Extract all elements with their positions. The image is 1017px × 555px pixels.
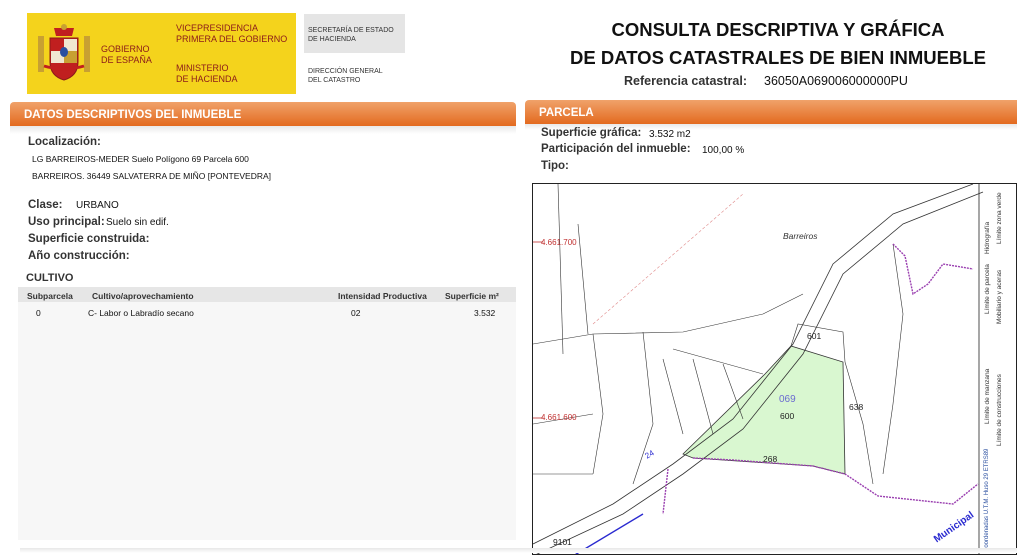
superficie-grafica-value: 3.532 m2 bbox=[649, 129, 691, 140]
clase-value: URBANO bbox=[76, 200, 119, 211]
participacion-value: 100,00 % bbox=[702, 145, 745, 156]
localizacion-line-2: BARREIROS. 36449 SALVATERRA DE MIÑO [PON… bbox=[32, 171, 272, 181]
legend-mobiliario: Mobiliario y aceras bbox=[996, 269, 1003, 324]
localizacion-label: Localización: bbox=[28, 136, 101, 148]
section-shadow bbox=[10, 126, 516, 134]
col-cultivo: Cultivo/aprovechamiento bbox=[92, 291, 194, 301]
participacion-label: Participación del inmueble: bbox=[541, 143, 691, 155]
tipo-label: Tipo: bbox=[541, 160, 569, 172]
parcel-label-600[interactable]: 600 bbox=[780, 411, 794, 421]
localizacion-line-1: LG BARREIROS-MEDER Suelo Polígono 69 Par… bbox=[32, 154, 249, 164]
ministerio-label: MINISTERIO DE HACIENDA bbox=[176, 63, 238, 84]
superficie-grafica-label: Superficie gráfica: bbox=[541, 127, 642, 139]
datos-descriptivos-heading: DATOS DESCRIPTIVOS DEL INMUEBLE bbox=[10, 102, 516, 126]
uso-principal-label: Uso principal: bbox=[28, 216, 105, 228]
ref-catastral-label: Referencia catastral: bbox=[624, 74, 747, 88]
legend-zona-verde: Límite zona verde bbox=[996, 192, 1003, 244]
col-intensidad: Intensidad Productiva bbox=[338, 291, 427, 301]
legend-limite-manzana: Límite de manzana bbox=[984, 368, 991, 424]
col-superficie: Superficie m² bbox=[445, 291, 499, 301]
legend-hidrografia: Hidrografía bbox=[984, 221, 991, 254]
parcela-heading: PARCELA bbox=[525, 100, 1017, 124]
uso-principal-value: Suelo sin edif. bbox=[106, 217, 169, 228]
parcel-label-268[interactable]: 268 bbox=[763, 454, 777, 464]
map-coord-mid: 4.661.600 bbox=[541, 413, 577, 422]
table-row-cultivo: C- Labor o Labradío secano bbox=[88, 308, 194, 318]
parcel-label-069[interactable]: 069 bbox=[779, 394, 796, 405]
legend-coordenadas: Coordenadas U.T.M. Huso 29 ETRS89 bbox=[984, 448, 990, 552]
cadastral-map[interactable]: Barreiros 4.661.700 4.661.600 601 069 60… bbox=[532, 183, 1017, 555]
parcel-label-601[interactable]: 601 bbox=[807, 331, 821, 341]
vicepresidencia-label: VICEPRESIDENCIA PRIMERA DEL GOBIERNO bbox=[176, 23, 288, 44]
title-line-1: CONSULTA DESCRIPTIVA Y GRÁFICA bbox=[611, 19, 945, 40]
cultivo-panel bbox=[18, 300, 516, 540]
parcel-label-9101[interactable]: 9101 bbox=[553, 537, 572, 547]
cultivo-heading: CULTIVO bbox=[26, 272, 74, 284]
coat-of-arms-icon bbox=[38, 24, 90, 81]
legend-limite-parcela: Límite de parcela bbox=[984, 264, 991, 314]
map-place-name: Barreiros bbox=[783, 231, 818, 241]
parcel-label-638[interactable]: 638 bbox=[849, 402, 863, 412]
superficie-construida-label: Superficie construida: bbox=[28, 233, 150, 245]
table-row-subparcela: 0 bbox=[36, 308, 41, 318]
legend-limite-construcciones: Límite de construcciones bbox=[996, 374, 1003, 446]
table-row-superficie: 3.532 bbox=[474, 308, 496, 318]
page-title: CONSULTA DESCRIPTIVA Y GRÁFICA DE DATOS … bbox=[540, 16, 1016, 72]
ref-catastral-value: 36050A069006000000PU bbox=[764, 74, 908, 88]
map-canvas bbox=[533, 184, 984, 554]
page-bottom-shadow bbox=[20, 548, 1017, 553]
secretaria-label: SECRETARÍA DE ESTADO DE HACIENDA bbox=[308, 27, 394, 43]
clase-label: Clase: bbox=[28, 199, 63, 211]
gobierno-label: GOBIERNO DE ESPAÑA bbox=[101, 44, 152, 65]
title-line-2: DE DATOS CATASTRALES DE BIEN INMUEBLE bbox=[570, 47, 986, 68]
table-row-intensidad: 02 bbox=[351, 308, 361, 318]
direccion-label: DIRECCIÓN GENERAL DEL CATASTRO bbox=[308, 68, 383, 84]
map-coord-top: 4.661.700 bbox=[541, 238, 577, 247]
col-subparcela: Subparcela bbox=[27, 291, 73, 301]
anio-construccion-label: Año construcción: bbox=[28, 250, 130, 262]
